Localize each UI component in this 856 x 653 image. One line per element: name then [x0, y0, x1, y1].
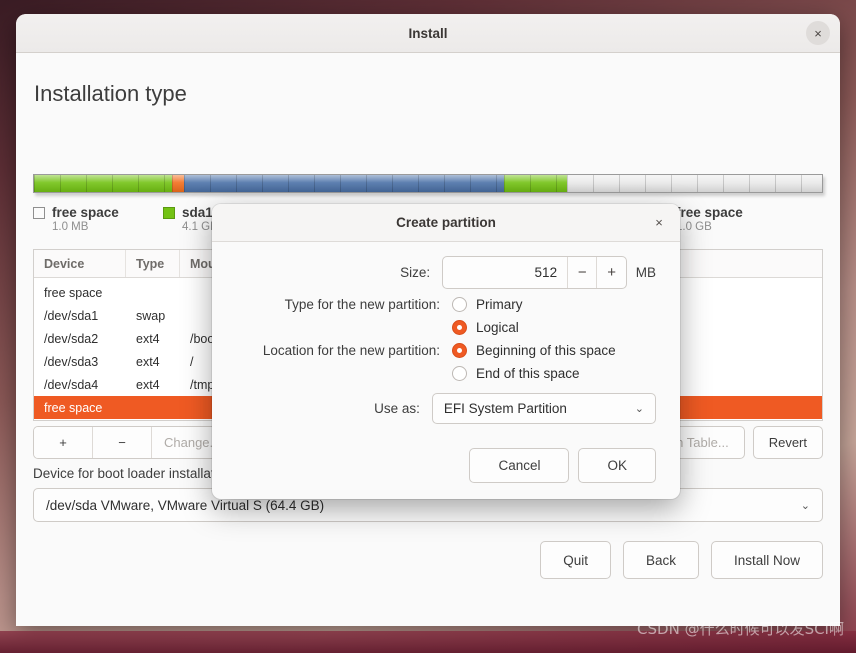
size-increment-button[interactable]: + — [596, 257, 625, 288]
type-logical-row: Logical — [236, 320, 656, 335]
cell-device: /dev/sda4 — [44, 377, 99, 392]
cell-type: ext4 — [136, 354, 160, 369]
cell-device: free space — [44, 400, 103, 415]
cell-type: ext4 — [136, 331, 160, 346]
quit-button[interactable]: Quit — [540, 541, 611, 579]
partition-segment-sda2[interactable] — [171, 175, 185, 192]
column-header-type[interactable]: Type — [126, 250, 180, 277]
cell-device: free space — [44, 285, 103, 300]
legend-swatch-icon — [163, 206, 175, 219]
radio-icon — [452, 366, 467, 381]
size-input[interactable] — [443, 264, 568, 281]
partition-location-label: Location for the new partition: — [262, 343, 440, 358]
partition-segment-sda3[interactable] — [184, 175, 504, 192]
radio-beginning-label: Beginning of this space — [476, 343, 616, 358]
size-label: Size: — [400, 265, 431, 280]
window-titlebar: Install × — [16, 14, 840, 53]
close-icon[interactable]: × — [806, 21, 830, 45]
install-window: Install × Installation type free space 1… — [16, 14, 840, 626]
radio-end-of-space[interactable]: End of this space — [452, 366, 580, 381]
radio-primary[interactable]: Primary — [452, 297, 523, 312]
dialog-title: Create partition — [396, 215, 496, 230]
radio-logical-label: Logical — [476, 320, 519, 335]
cell-type: swap — [136, 308, 166, 323]
radio-icon-selected — [452, 320, 467, 335]
watermark-text: CSDN @什么时候可以发SCI啊 — [637, 620, 844, 638]
dialog-actions: Cancel OK — [212, 438, 680, 499]
add-partition-button[interactable]: + — [34, 427, 93, 458]
partition-action-group: + − Change... — [33, 426, 234, 459]
back-button[interactable]: Back — [622, 541, 699, 579]
size-stepper: − + — [442, 256, 627, 289]
radio-beginning-of-space[interactable]: Beginning of this space — [452, 343, 616, 358]
partition-segment-free-space[interactable] — [566, 175, 823, 192]
dialog-body: Size: − + MB Type for the new partition:… — [212, 242, 680, 438]
cell-device: /dev/sda1 — [44, 308, 99, 323]
desktop-background: Install × Installation type free space 1… — [0, 0, 856, 653]
bootloader-label: Device for boot loader installation: — [33, 466, 237, 481]
dialog-cancel-button[interactable]: Cancel — [469, 448, 570, 483]
use-as-row: Use as: EFI System Partition ⌄ — [236, 393, 656, 424]
column-header-device[interactable]: Device — [34, 250, 126, 277]
legend-size: 1.0 GB — [676, 221, 712, 233]
window-content: Installation type free space 1.0 MB sda1… — [16, 53, 840, 626]
radio-icon — [452, 297, 467, 312]
window-title: Install — [408, 25, 448, 41]
radio-end-label: End of this space — [476, 366, 580, 381]
size-row: Size: − + MB — [236, 256, 656, 289]
revert-button[interactable]: Revert — [752, 426, 823, 459]
cell-type: ext4 — [136, 377, 160, 392]
install-now-button[interactable]: Install Now — [710, 541, 823, 579]
chevron-down-icon: ⌄ — [634, 403, 644, 415]
dialog-titlebar: Create partition × — [212, 204, 680, 242]
chevron-down-icon: ⌄ — [800, 499, 810, 512]
legend-label: free space — [676, 205, 743, 220]
use-as-value: EFI System Partition — [443, 401, 567, 416]
size-unit-label: MB — [635, 265, 656, 280]
legend-swatch-icon — [33, 206, 45, 219]
dialog-close-icon[interactable]: × — [650, 214, 668, 232]
use-as-label: Use as: — [374, 401, 420, 416]
cell-device: /dev/sda2 — [44, 331, 99, 346]
partition-segment-sda1[interactable] — [34, 175, 172, 192]
size-decrement-button[interactable]: − — [567, 257, 596, 288]
dialog-ok-button[interactable]: OK — [578, 448, 656, 483]
radio-icon-selected — [452, 343, 467, 358]
page-title: Installation type — [34, 81, 187, 106]
footer-actions: Quit Back Install Now — [540, 541, 823, 579]
remove-partition-button[interactable]: − — [93, 427, 152, 458]
partition-segment-sda4[interactable] — [503, 175, 567, 192]
radio-logical[interactable]: Logical — [452, 320, 519, 335]
type-primary-row: Type for the new partition: Primary — [236, 297, 656, 312]
legend-size: 1.0 MB — [52, 221, 89, 233]
legend-item-free-space-1: free space 1.0 MB — [33, 205, 119, 233]
radio-primary-label: Primary — [476, 297, 523, 312]
legend-label: free space — [52, 205, 119, 220]
legend-item-sda1: sda1 4.1 GB — [163, 205, 218, 233]
partition-usage-bar — [33, 174, 823, 193]
create-partition-dialog: Create partition × Size: − + MB — [212, 204, 680, 499]
cell-device: /dev/sda3 — [44, 354, 99, 369]
legend-label: sda1 — [182, 205, 213, 220]
use-as-select[interactable]: EFI System Partition ⌄ — [431, 393, 656, 424]
location-end-row: End of this space — [236, 366, 656, 381]
partition-type-label: Type for the new partition: — [284, 297, 440, 312]
bootloader-device-value: /dev/sda VMware, VMware Virtual S (64.4 … — [46, 497, 325, 513]
location-beginning-row: Location for the new partition: Beginnin… — [236, 343, 656, 358]
